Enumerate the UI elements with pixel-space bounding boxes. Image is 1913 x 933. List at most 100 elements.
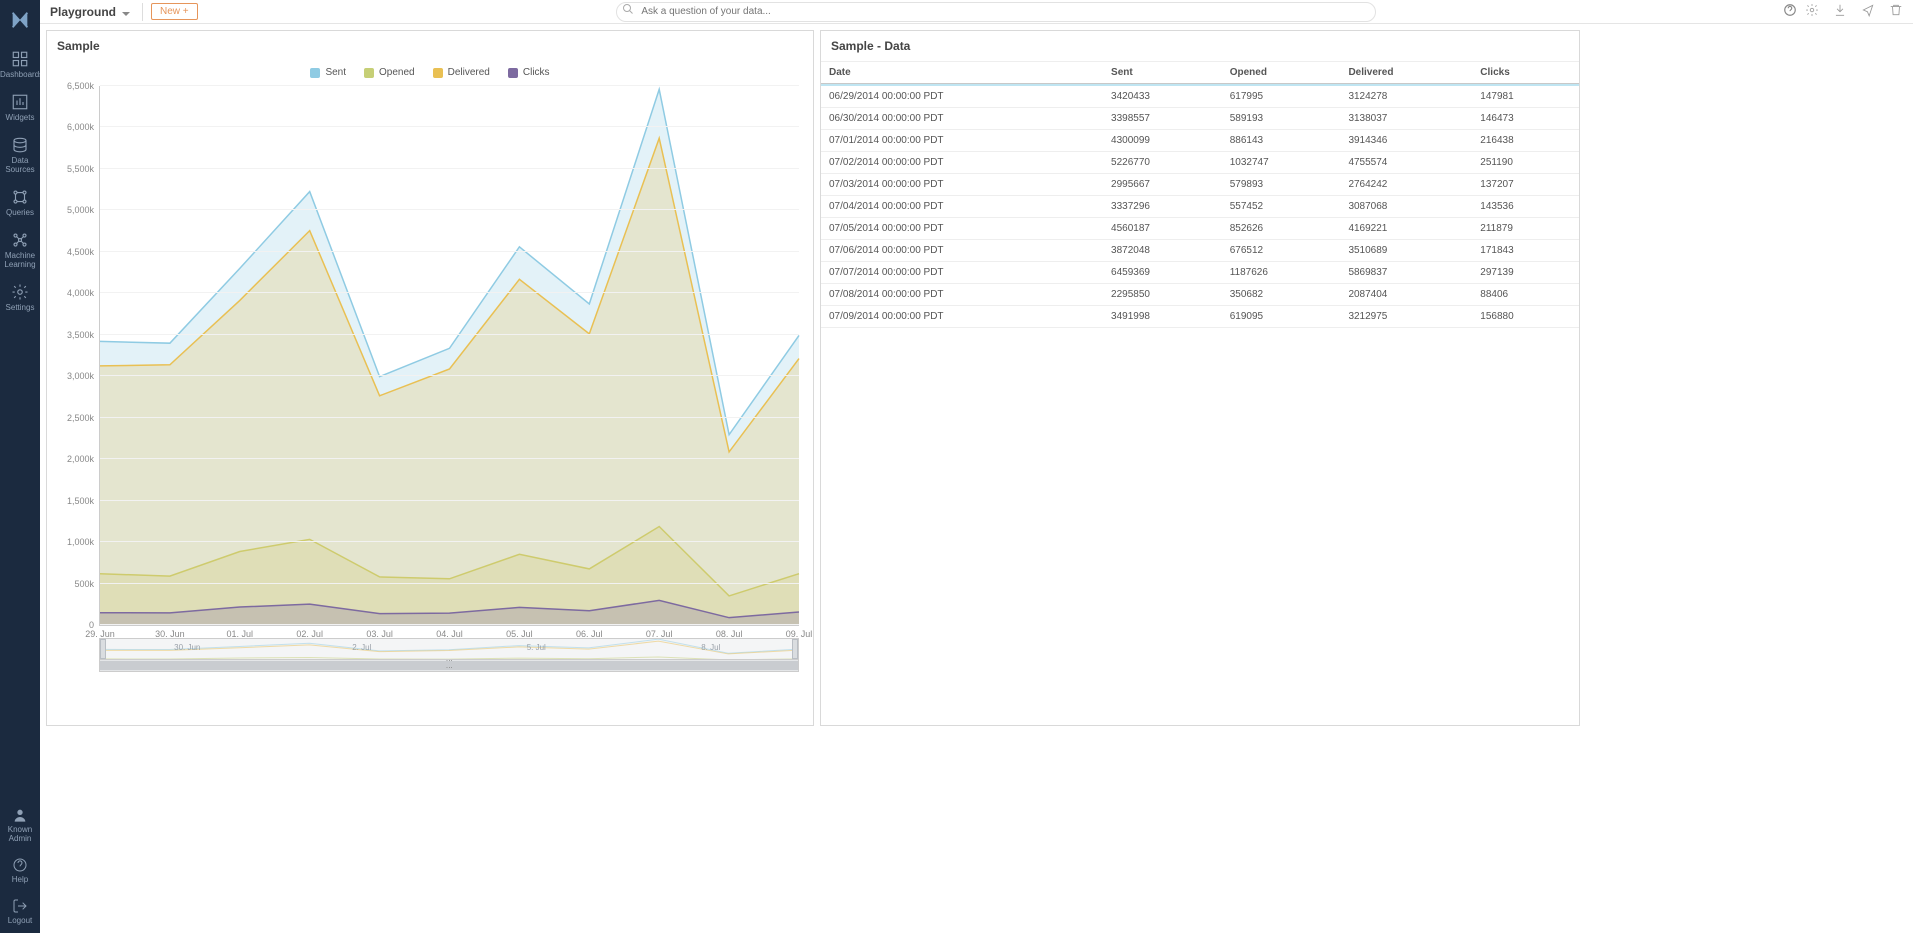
table-cell: 06/30/2014 00:00:00 PDT (821, 108, 1103, 130)
table-column-header[interactable]: Delivered (1340, 62, 1472, 84)
legend-swatch (364, 68, 374, 78)
y-tick-label: 1,000k (67, 537, 94, 547)
y-tick-label: 6,500k (67, 81, 94, 91)
table-column-header[interactable]: Opened (1222, 62, 1341, 84)
table-cell: 6459369 (1103, 262, 1222, 284)
nav-logout[interactable]: Logout (0, 892, 40, 933)
nav-label: Known Admin (8, 825, 32, 843)
share-icon[interactable] (1861, 3, 1875, 20)
table-cell: 619095 (1222, 306, 1341, 328)
table-cell: 2764242 (1340, 174, 1472, 196)
table-row[interactable]: 07/01/2014 00:00:00 PDT43000998861433914… (821, 130, 1579, 152)
table-row[interactable]: 07/06/2014 00:00:00 PDT38720486765123510… (821, 240, 1579, 262)
nav-data-sources[interactable]: Data Sources (0, 130, 40, 182)
table-cell: 852626 (1222, 218, 1341, 240)
table-cell: 3212975 (1340, 306, 1472, 328)
table-row[interactable]: 07/05/2014 00:00:00 PDT45601878526264169… (821, 218, 1579, 240)
table-cell: 3420433 (1103, 86, 1222, 108)
navigator-tick: 2. Jul (352, 643, 371, 652)
new-button[interactable]: New + (151, 3, 198, 20)
table-cell: 88406 (1472, 284, 1579, 306)
nav-dashboards[interactable]: Dashboards (0, 44, 40, 87)
navigator-handle-left[interactable] (100, 639, 106, 659)
table-cell: 3872048 (1103, 240, 1222, 262)
nav-queries[interactable]: Queries (0, 182, 40, 225)
nav-label: Logout (8, 916, 32, 925)
table-cell: 4755574 (1340, 152, 1472, 174)
search-input[interactable] (616, 2, 1376, 22)
legend-item[interactable]: Sent (310, 67, 346, 78)
user-icon (12, 807, 28, 823)
settings-icon[interactable] (1805, 3, 1819, 20)
legend-item[interactable]: Delivered (433, 67, 490, 78)
table-column-header[interactable]: Date (821, 62, 1103, 84)
legend-label: Delivered (448, 67, 490, 78)
table-cell: 216438 (1472, 130, 1579, 152)
table-cell: 3337296 (1103, 196, 1222, 218)
table-cell: 4169221 (1340, 218, 1472, 240)
table-row[interactable]: 07/04/2014 00:00:00 PDT33372965574523087… (821, 196, 1579, 218)
nav-label: Data Sources (5, 156, 34, 174)
chart-navigator[interactable]: 30. Jun2. Jul5. Jul8. Jul (99, 638, 799, 672)
nav-label: Machine Learning (4, 251, 35, 269)
table-cell: 297139 (1472, 262, 1579, 284)
table-cell: 211879 (1472, 218, 1579, 240)
table-row[interactable]: 07/02/2014 00:00:00 PDT52267701032747475… (821, 152, 1579, 174)
table-cell: 07/02/2014 00:00:00 PDT (821, 152, 1103, 174)
legend-label: Clicks (523, 67, 550, 78)
table-cell: 06/29/2014 00:00:00 PDT (821, 86, 1103, 108)
table-row[interactable]: 06/30/2014 00:00:00 PDT33985575891933138… (821, 108, 1579, 130)
table-cell: 147981 (1472, 86, 1579, 108)
navigator-tick: 30. Jun (174, 643, 200, 652)
app-logo[interactable] (6, 6, 34, 34)
table-cell: 579893 (1222, 174, 1341, 196)
nav-settings[interactable]: Settings (0, 277, 40, 320)
database-icon (11, 136, 29, 154)
y-tick-label: 2,500k (67, 413, 94, 423)
navigator-handle-right[interactable] (792, 639, 798, 659)
navigator-scrollbar[interactable] (100, 659, 798, 671)
table-cell: 07/08/2014 00:00:00 PDT (821, 284, 1103, 306)
chart-legend: Sent Opened Delivered Clicks (57, 61, 803, 86)
nav-help[interactable]: Help (0, 851, 40, 892)
table-cell: 676512 (1222, 240, 1341, 262)
table-cell: 3087068 (1340, 196, 1472, 218)
navigator-tick: 8. Jul (701, 643, 720, 652)
table-cell: 07/05/2014 00:00:00 PDT (821, 218, 1103, 240)
table-column-header[interactable]: Clicks (1472, 62, 1579, 84)
trash-icon[interactable] (1889, 3, 1903, 20)
legend-item[interactable]: Opened (364, 67, 415, 78)
help-circle-icon[interactable] (1783, 3, 1797, 20)
help-icon (12, 857, 28, 873)
table-panel-title: Sample - Data (821, 31, 1579, 62)
table-row[interactable]: 07/09/2014 00:00:00 PDT34919986190953212… (821, 306, 1579, 328)
y-tick-label: 500k (74, 579, 94, 589)
table-row[interactable]: 07/03/2014 00:00:00 PDT29956675798932764… (821, 174, 1579, 196)
download-icon[interactable] (1833, 3, 1847, 20)
nav-label: Queries (6, 208, 34, 217)
search-icon (622, 3, 634, 23)
nav-widgets[interactable]: Widgets (0, 87, 40, 130)
nav-user[interactable]: Known Admin (0, 801, 40, 851)
grid-icon (11, 50, 29, 68)
table-row[interactable]: 06/29/2014 00:00:00 PDT34204336179953124… (821, 86, 1579, 108)
table-row[interactable]: 07/08/2014 00:00:00 PDT22958503506822087… (821, 284, 1579, 306)
table-panel: Sample - Data DateSentOpenedDeliveredCli… (820, 30, 1580, 726)
page-selector[interactable]: Playground (50, 5, 134, 19)
ml-icon (11, 231, 29, 249)
table-cell: 171843 (1472, 240, 1579, 262)
page-name: Playground (50, 5, 116, 19)
legend-label: Sent (325, 67, 346, 78)
table-cell: 557452 (1222, 196, 1341, 218)
table-row[interactable]: 07/07/2014 00:00:00 PDT64593691187626586… (821, 262, 1579, 284)
chart-panel-title: Sample (47, 31, 813, 61)
legend-item[interactable]: Clicks (508, 67, 550, 78)
table-column-header[interactable]: Sent (1103, 62, 1222, 84)
nav-machine-learning[interactable]: Machine Learning (0, 225, 40, 277)
table-cell: 137207 (1472, 174, 1579, 196)
chart-plot[interactable]: 0500k1,000k1,500k2,000k2,500k3,000k3,500… (99, 86, 799, 626)
table-cell: 3124278 (1340, 86, 1472, 108)
table-cell: 886143 (1222, 130, 1341, 152)
table-cell: 07/01/2014 00:00:00 PDT (821, 130, 1103, 152)
gear-icon (11, 283, 29, 301)
